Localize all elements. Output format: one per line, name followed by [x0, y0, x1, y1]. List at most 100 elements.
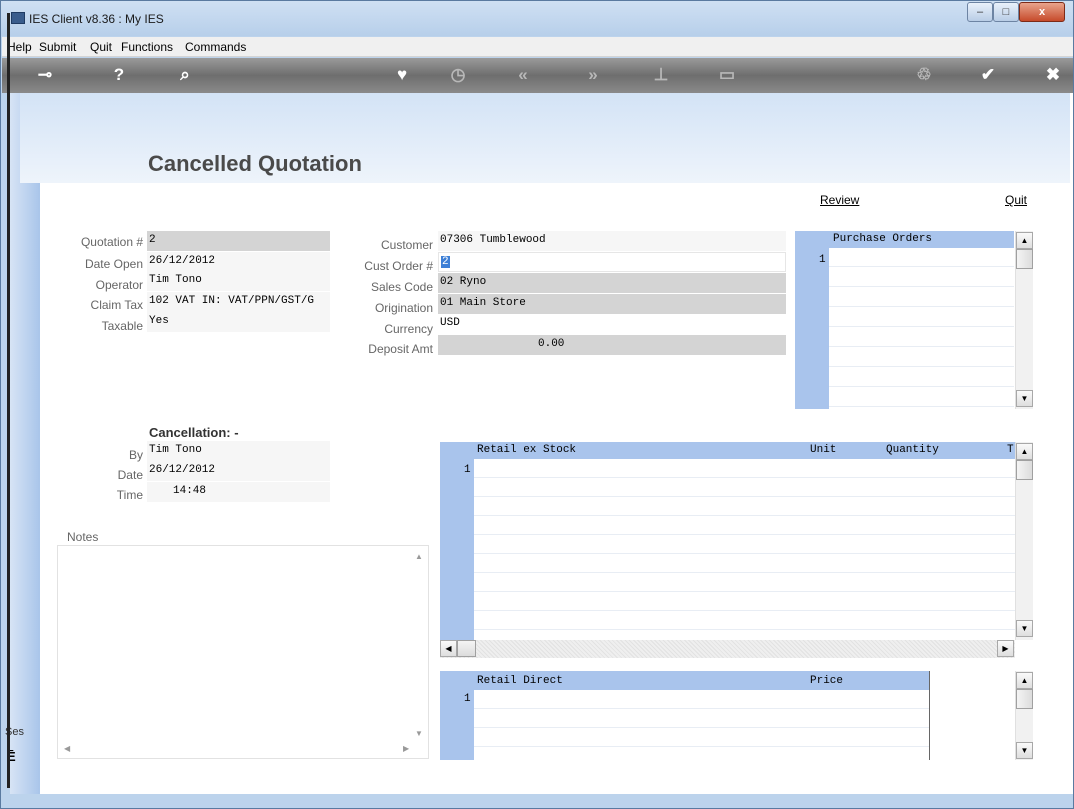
- po-row-number: 1: [819, 254, 826, 266]
- menu-commands[interactable]: Commands: [185, 40, 246, 54]
- help-icon[interactable]: ?: [106, 64, 132, 86]
- po-header: Purchase Orders: [829, 231, 1014, 248]
- key-icon[interactable]: ⊸: [32, 64, 58, 86]
- rs-row[interactable]: [474, 611, 1015, 630]
- back-icon[interactable]: «: [510, 64, 536, 86]
- customer-label: Customer: [380, 238, 433, 252]
- menu-quit[interactable]: Quit: [90, 40, 112, 54]
- rd-col-direct: Retail Direct: [477, 675, 563, 687]
- po-row[interactable]: [829, 328, 1014, 347]
- scroll-down-icon[interactable]: ▼: [1016, 620, 1033, 637]
- purchase-orders-grid[interactable]: Purchase Orders 1 ▲ ▼: [795, 231, 1035, 409]
- cancel-time-label: Time: [116, 488, 143, 502]
- operator-field[interactable]: Tim Tono: [147, 271, 330, 291]
- taxable-field[interactable]: Yes: [147, 312, 330, 332]
- quotation-number-field[interactable]: 2: [147, 231, 330, 251]
- rs-row[interactable]: [474, 554, 1015, 573]
- cust-order-field[interactable]: 2: [438, 252, 786, 272]
- po-row[interactable]: [829, 368, 1014, 387]
- cancel-date-field[interactable]: 26/12/2012: [147, 461, 330, 481]
- minimize-button[interactable]: –: [967, 2, 993, 22]
- scroll-down-icon[interactable]: ▼: [1016, 390, 1033, 407]
- forward-icon[interactable]: »: [580, 64, 606, 86]
- cust-order-value: 2: [441, 256, 450, 268]
- cust-order-label: Cust Order #: [364, 259, 433, 273]
- menu-functions[interactable]: Functions: [121, 40, 173, 54]
- rd-scrollbar[interactable]: ▲ ▼: [1015, 671, 1033, 760]
- origination-field[interactable]: 01 Main Store: [438, 294, 786, 314]
- window-icon[interactable]: ▭: [714, 64, 740, 86]
- rd-row[interactable]: [474, 728, 929, 747]
- po-row[interactable]: [829, 288, 1014, 307]
- app-icon: [11, 12, 25, 24]
- scroll-down-icon[interactable]: ▼: [1016, 742, 1033, 759]
- scroll-up-icon[interactable]: ▲: [1016, 232, 1033, 249]
- po-row[interactable]: [829, 268, 1014, 287]
- page-title: Cancelled Quotation: [148, 151, 362, 176]
- rd-row[interactable]: [474, 709, 929, 728]
- rs-row[interactable]: [474, 592, 1015, 611]
- menu-submit[interactable]: Submit: [39, 40, 76, 54]
- recycle-icon[interactable]: ♲: [911, 64, 937, 86]
- review-link[interactable]: Review: [820, 193, 859, 207]
- po-row[interactable]: [829, 308, 1014, 327]
- maximize-button[interactable]: □: [993, 2, 1019, 22]
- clock-icon[interactable]: ◷: [445, 64, 471, 86]
- close-window-button[interactable]: x: [1019, 2, 1065, 22]
- rs-vscrollbar[interactable]: ▲ ▼: [1015, 442, 1033, 640]
- taxable-label: Taxable: [101, 319, 143, 333]
- scroll-thumb[interactable]: [1016, 689, 1033, 709]
- scroll-thumb[interactable]: [1016, 460, 1033, 480]
- date-open-label: Date Open: [84, 257, 143, 271]
- retail-direct-grid[interactable]: Retail Direct Price 1 ▲ ▼: [440, 671, 1035, 760]
- rs-row[interactable]: [474, 459, 1015, 478]
- po-row[interactable]: [829, 388, 1014, 407]
- heart-icon[interactable]: ♥: [389, 64, 415, 86]
- rs-header: Retail ex Stock Unit Quantity T: [474, 442, 1015, 459]
- sales-code-field[interactable]: 02 Ryno: [438, 273, 786, 293]
- scroll-left-icon[interactable]: ◀: [440, 640, 457, 657]
- date-open-field[interactable]: 26/12/2012: [147, 252, 330, 272]
- scroll-right-icon[interactable]: ▶: [997, 640, 1014, 657]
- rs-hscrollbar[interactable]: ◀ ▶: [440, 640, 1015, 658]
- notes-scroll-right-icon[interactable]: ▶: [403, 744, 409, 753]
- quit-link[interactable]: Quit: [1005, 193, 1027, 207]
- currency-field[interactable]: USD: [438, 314, 786, 334]
- rs-row[interactable]: [474, 535, 1015, 554]
- rs-col-t: T: [1007, 444, 1014, 456]
- search-icon[interactable]: ⌕: [172, 64, 198, 86]
- customer-field[interactable]: 07306 Tumblewood: [438, 231, 786, 251]
- notes-scroll-left-icon[interactable]: ◀: [64, 744, 70, 753]
- retail-stock-grid[interactable]: Retail ex Stock Unit Quantity T 1 ▲ ▼ ◀ …: [440, 442, 1035, 658]
- po-row[interactable]: [829, 248, 1014, 267]
- rd-row[interactable]: [474, 690, 929, 709]
- operator-label: Operator: [95, 278, 143, 292]
- tree-icon[interactable]: ⊥: [648, 64, 674, 86]
- cancel-date-label: Date: [117, 468, 143, 482]
- rs-row[interactable]: [474, 516, 1015, 535]
- scroll-up-icon[interactable]: ▲: [1016, 672, 1033, 689]
- rs-row-number: 1: [464, 464, 471, 476]
- rs-row[interactable]: [474, 573, 1015, 592]
- close-icon[interactable]: ✖: [1040, 64, 1066, 86]
- claim-tax-field[interactable]: 102 VAT IN: VAT/PPN/GST/G: [147, 292, 330, 312]
- rs-row[interactable]: [474, 497, 1015, 516]
- notes-scroll-down-icon[interactable]: ▼: [415, 729, 423, 738]
- menu-help[interactable]: Help: [7, 40, 32, 54]
- po-scrollbar[interactable]: ▲ ▼: [1015, 231, 1033, 409]
- cancel-by-field[interactable]: Tim Tono: [147, 441, 330, 461]
- check-icon[interactable]: ✔: [975, 64, 1001, 86]
- left-strip: [10, 93, 40, 794]
- rd-divider: [929, 671, 930, 760]
- cancel-by-label: By: [128, 448, 143, 462]
- cancel-time-field[interactable]: 14:48: [147, 482, 330, 502]
- notes-textarea[interactable]: ▲ ▼ ◀ ▶: [57, 545, 429, 759]
- scroll-thumb[interactable]: [1016, 249, 1033, 269]
- scroll-up-icon[interactable]: ▲: [1016, 443, 1033, 460]
- rs-row[interactable]: [474, 478, 1015, 497]
- po-row[interactable]: [829, 348, 1014, 367]
- deposit-amt-field[interactable]: 0.00: [438, 335, 786, 355]
- notes-scroll-up-icon[interactable]: ▲: [415, 552, 423, 561]
- window-left-edge: [7, 13, 10, 788]
- h-scroll-thumb[interactable]: [457, 640, 476, 657]
